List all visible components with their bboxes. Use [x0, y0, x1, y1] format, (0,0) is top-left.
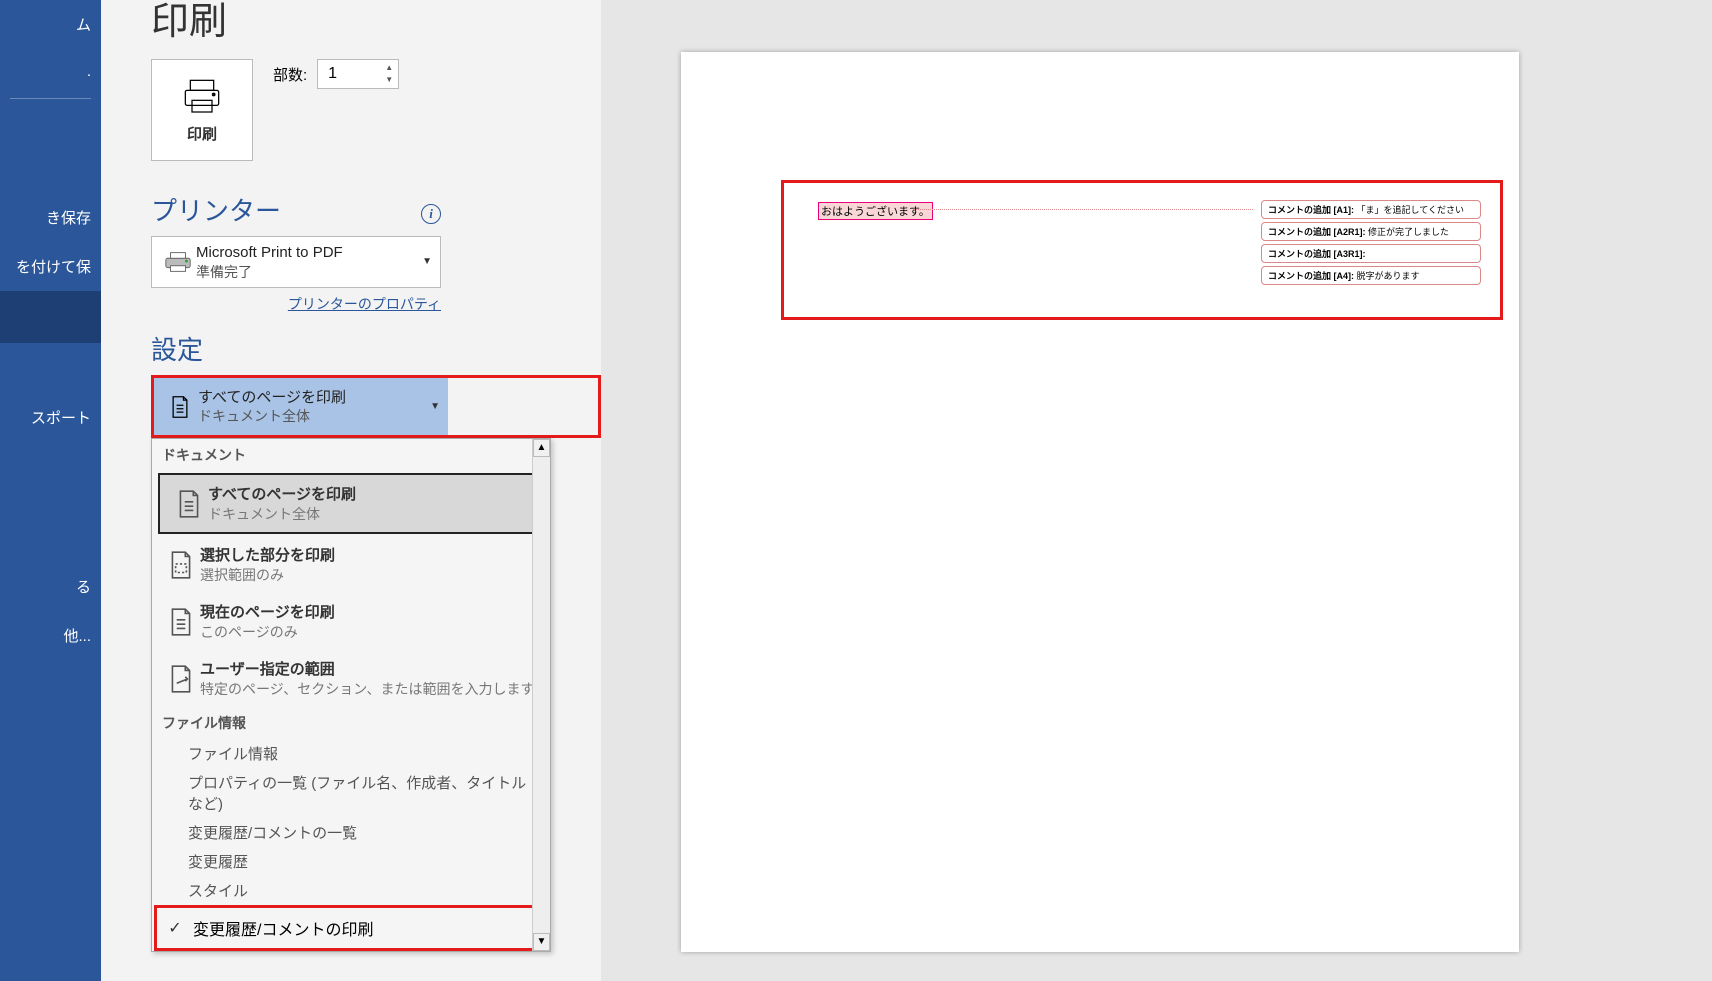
page-title: 印刷	[151, 0, 601, 45]
sidebar-item-print[interactable]	[0, 291, 101, 343]
print-range-dropdown[interactable]: すべてのページを印刷 ドキュメント全体 ▼	[154, 378, 448, 436]
menu-section-fileinfo: ファイル情報	[152, 707, 550, 739]
menu-sub-revisions[interactable]: 変更履歴	[152, 847, 550, 876]
range-icon	[162, 664, 200, 694]
menu-item-title: 現在のページを印刷	[200, 601, 540, 622]
sidebar-item[interactable]: スポート	[0, 393, 101, 442]
print-settings-column: 印刷 印刷 部数: 1 ▲ ▼ プリンター i	[101, 0, 601, 981]
printer-icon	[182, 77, 222, 117]
comment-balloon: コメントの追加 [A4]: 脱字があります	[1261, 266, 1481, 285]
range-sub: ドキュメント全体	[198, 407, 430, 425]
document-text: おはようございます。	[818, 202, 933, 220]
scroll-down-button[interactable]: ▼	[533, 933, 550, 951]
comment-stack: コメントの追加 [A1]: 「ま」を追記してください コメントの追加 [A2R1…	[1261, 200, 1481, 285]
check-icon: ✓	[167, 918, 183, 938]
selection-icon	[162, 550, 200, 580]
menu-item-sub: 選択範囲のみ	[200, 565, 540, 585]
spinner-up[interactable]: ▲	[382, 62, 396, 74]
copies-value: 1	[328, 65, 337, 83]
printer-dropdown[interactable]: Microsoft Print to PDF 準備完了 ▼	[151, 236, 441, 288]
printer-small-icon	[163, 250, 193, 274]
sidebar-item[interactable]: 他...	[0, 611, 101, 660]
sidebar-item[interactable]	[0, 343, 101, 393]
menu-item-current-page[interactable]: 現在のページを印刷このページのみ	[152, 593, 550, 650]
printer-status: 準備完了	[196, 263, 422, 281]
scroll-up-button[interactable]: ▲	[533, 439, 550, 457]
printer-name: Microsoft Print to PDF	[196, 243, 422, 263]
menu-item-title: すべてのページを印刷	[208, 483, 532, 504]
printer-dd-icon	[160, 250, 196, 274]
comment-balloon: コメントの追加 [A1]: 「ま」を追記してください	[1261, 200, 1481, 219]
printer-props-row: プリンターのプロパティ	[151, 294, 441, 314]
chevron-down-icon: ▼	[422, 256, 432, 267]
menu-footer-label: 変更履歴/コメントの印刷	[193, 916, 373, 940]
menu-sub-revisions-comments-list[interactable]: 変更履歴/コメントの一覧	[152, 818, 550, 847]
divider	[10, 98, 91, 99]
copies-label: 部数:	[273, 64, 307, 85]
spinner-down[interactable]: ▼	[382, 74, 396, 86]
menu-item-custom-range[interactable]: ユーザー指定の範囲特定のページ、セクション、または範囲を入力します	[152, 650, 550, 707]
sidebar-item[interactable]: ム	[0, 0, 101, 49]
print-preview-area: おはようございます。 コメントの追加 [A1]: 「ま」を追記してください コメ…	[601, 0, 1712, 981]
page-icon	[162, 607, 200, 637]
menu-sub-properties[interactable]: プロパティの一覧 (ファイル名、作成者、タイトルなど)	[152, 768, 550, 818]
menu-section-document: ドキュメント	[152, 439, 550, 471]
menu-item-title: ユーザー指定の範囲	[200, 658, 540, 679]
printer-properties-link[interactable]: プリンターのプロパティ	[288, 296, 441, 312]
comment-balloon: コメントの追加 [A3R1]:	[1261, 244, 1481, 263]
print-button-label: 印刷	[187, 123, 217, 144]
document-icon	[162, 395, 198, 419]
sidebar-item[interactable]	[0, 103, 101, 193]
menu-item-selection[interactable]: 選択した部分を印刷選択範囲のみ	[152, 536, 550, 593]
menu-item-all-pages[interactable]: すべてのページを印刷ドキュメント全体	[158, 473, 544, 534]
copies-group: 部数: 1 ▲ ▼	[273, 59, 399, 89]
menu-footer-print-markup[interactable]: ✓ 変更履歴/コメントの印刷	[154, 905, 548, 951]
printer-heading: プリンター	[151, 191, 281, 228]
print-range-menu: ▲ ▼ ドキュメント すべてのページを印刷ドキュメント全体 選択した部分を印刷選…	[151, 438, 551, 952]
printer-heading-row: プリンター i	[151, 191, 441, 236]
printer-dd-text: Microsoft Print to PDF 準備完了	[196, 243, 422, 281]
main-panel: 印刷 印刷 部数: 1 ▲ ▼ プリンター i	[101, 0, 1712, 981]
info-icon[interactable]: i	[421, 204, 441, 224]
sidebar-item[interactable]: .	[0, 49, 101, 94]
comment-connector	[913, 209, 1253, 210]
print-button[interactable]: 印刷	[151, 59, 253, 161]
menu-item-sub: このページのみ	[200, 622, 540, 642]
scrollbar-track: ▲ ▼	[532, 439, 550, 951]
backstage-sidebar: ム . き保存 を付けて保 スポート る 他...	[0, 0, 101, 981]
sidebar-item[interactable]: る	[0, 562, 101, 611]
copies-input[interactable]: 1 ▲ ▼	[317, 59, 399, 89]
print-button-row: 印刷 部数: 1 ▲ ▼	[151, 59, 601, 161]
menu-sub-fileinfo[interactable]: ファイル情報	[152, 739, 550, 768]
range-title: すべてのページを印刷	[198, 388, 430, 408]
preview-page: おはようございます。 コメントの追加 [A1]: 「ま」を追記してください コメ…	[681, 52, 1519, 952]
comment-balloon: コメントの追加 [A2R1]: 修正が完了しました	[1261, 222, 1481, 241]
menu-item-title: 選択した部分を印刷	[200, 544, 540, 565]
chevron-down-icon: ▼	[430, 401, 440, 412]
menu-item-sub: ドキュメント全体	[208, 504, 532, 524]
highlight-settings-dropdown: すべてのページを印刷 ドキュメント全体 ▼	[151, 375, 601, 439]
settings-heading: 設定	[151, 330, 601, 367]
sidebar-item[interactable]: を付けて保	[0, 242, 101, 291]
document-icon	[170, 489, 208, 519]
sidebar-item[interactable]: き保存	[0, 193, 101, 242]
menu-item-sub: 特定のページ、セクション、または範囲を入力します	[200, 679, 540, 699]
spinner: ▲ ▼	[382, 62, 396, 86]
menu-sub-styles[interactable]: スタイル	[152, 876, 550, 905]
